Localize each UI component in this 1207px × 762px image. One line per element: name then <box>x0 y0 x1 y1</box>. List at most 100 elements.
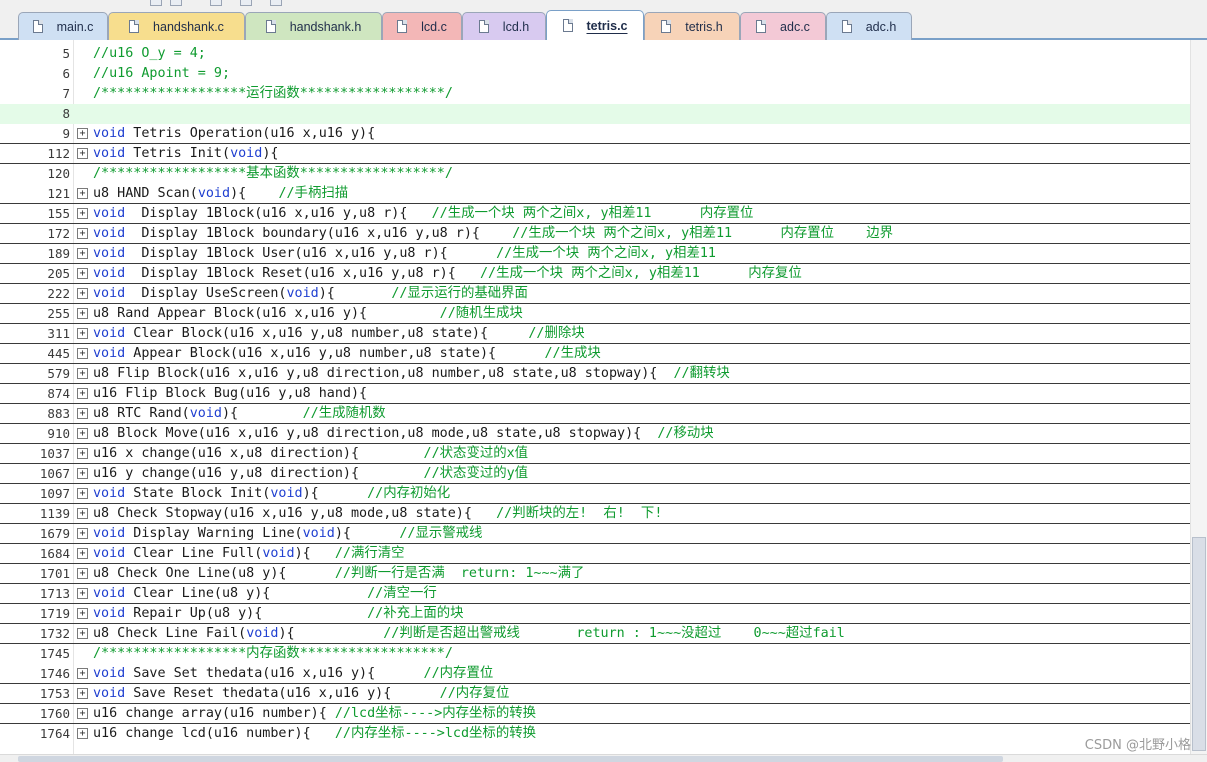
code-line[interactable]: 1684 + void Clear Line Full(void){ //满行清空 <box>0 544 1190 564</box>
fold-expand-icon[interactable]: + <box>77 368 88 379</box>
fold-expand-icon[interactable]: + <box>77 348 88 359</box>
code-line[interactable]: 445 + void Appear Block(u16 x,u16 y,u8 num… <box>0 344 1190 364</box>
code-line[interactable]: 222 + void Display UseScreen(void){ //显示运行… <box>0 284 1190 304</box>
fold-expand-icon[interactable]: + <box>77 288 88 299</box>
fold-expand-icon[interactable]: + <box>77 708 88 719</box>
fold-expand-icon[interactable]: + <box>77 148 88 159</box>
code-line[interactable]: 1701 + u8 Check One Line(u8 y){ //判断一行是否满 … <box>0 564 1190 584</box>
line-number: 222 <box>47 286 70 301</box>
code-editor[interactable]: 5 //u16 O_y = 4; 6 //u16 Apoint = 9; 7 /*****… <box>0 40 1190 754</box>
tab-adc-c[interactable]: adc.c <box>740 12 826 40</box>
fold-expand-icon[interactable]: + <box>77 128 88 139</box>
tab-tetris-h[interactable]: tetris.h <box>644 12 740 40</box>
code-line[interactable]: 172 + void Display 1Block boundary(u16 x,u… <box>0 224 1190 244</box>
tab-tetris-c[interactable]: tetris.c <box>546 10 644 40</box>
fold-expand-icon[interactable]: + <box>77 668 88 679</box>
horizontal-scrollbar[interactable] <box>0 754 1207 762</box>
fold-expand-icon[interactable]: + <box>77 568 88 579</box>
fold-expand-icon[interactable]: + <box>77 468 88 479</box>
code-line[interactable]: 1719 + void Repair Up(u8 y){ //补充上面的块 <box>0 604 1190 624</box>
fold-expand-icon[interactable]: + <box>77 188 88 199</box>
fold-expand-icon[interactable]: + <box>77 308 88 319</box>
code-line[interactable]: 579 + u8 Flip Block(u16 x,u16 y,u8 directi… <box>0 364 1190 384</box>
fold-expand-icon[interactable]: + <box>77 628 88 639</box>
code-line[interactable]: 1067 + u16 y change(u16 y,u8 direction){ /… <box>0 464 1190 484</box>
fold-expand-icon[interactable]: + <box>77 608 88 619</box>
toolbar-button[interactable] <box>170 0 182 6</box>
code-text: u8 Check One Line(u8 y){ //判断一行是否满 retur… <box>93 566 584 582</box>
fold-expand-icon[interactable]: + <box>77 588 88 599</box>
code-line[interactable]: 1760 + u16 change array(u16 number){ //lcd… <box>0 704 1190 724</box>
code-text: u8 Block Move(u16 x,u16 y,u8 direction,u… <box>93 426 714 442</box>
fold-expand-icon[interactable]: + <box>77 528 88 539</box>
code-line[interactable]: 1764 + u16 change lcd(u16 number){ //内存坐标-… <box>0 724 1190 744</box>
toolbar-button[interactable] <box>210 0 222 6</box>
code-text: /******************内存函数*****************… <box>93 646 453 662</box>
code-line[interactable]: 121 + u8 HAND Scan(void){ //手柄扫描 <box>0 184 1190 204</box>
code-line[interactable]: 7 /******************运行函数****************… <box>0 84 1190 104</box>
comment-token: //翻转块 <box>673 366 730 381</box>
fold-expand-icon[interactable]: + <box>77 488 88 499</box>
comment-token: //随机生成块 <box>439 306 523 321</box>
code-line[interactable]: 874 + u16 Flip Block Bug(u16 y,u8 hand){ <box>0 384 1190 404</box>
code-line[interactable]: 1745 /******************内存函数*************… <box>0 644 1190 664</box>
code-line[interactable]: 1097 + void State Block Init(void){ //内存初始… <box>0 484 1190 504</box>
fold-expand-icon[interactable]: + <box>77 388 88 399</box>
code-line[interactable]: 6 //u16 Apoint = 9; <box>0 64 1190 84</box>
code-line[interactable]: 112 + void Tetris Init(void){ <box>0 144 1190 164</box>
code-line[interactable]: 1713 + void Clear Line(u8 y){ //清空一行 <box>0 584 1190 604</box>
code-line[interactable]: 1732 + u8 Check Line Fail(void){ //判断是否超出警… <box>0 624 1190 644</box>
code-line[interactable]: 155 + void Display 1Block(u16 x,u16 y,u8 r… <box>0 204 1190 224</box>
tab-adc-h[interactable]: adc.h <box>826 12 912 40</box>
code-line[interactable]: 5 //u16 O_y = 4; <box>0 44 1190 64</box>
fold-expand-icon[interactable]: + <box>77 228 88 239</box>
code-text: void Appear Block(u16 x,u16 y,u8 number,… <box>93 346 601 362</box>
code-line[interactable]: 1753 + void Save Reset thedata(u16 x,u16 y… <box>0 684 1190 704</box>
tab-lcd-h[interactable]: lcd.h <box>462 12 546 40</box>
tab-lcd-c[interactable]: lcd.c <box>382 12 462 40</box>
line-number: 1753 <box>39 686 70 701</box>
code-line[interactable]: 205 + void Display 1Block Reset(u16 x,u16 … <box>0 264 1190 284</box>
toolbar-button[interactable] <box>270 0 282 6</box>
fold-expand-icon[interactable]: + <box>77 548 88 559</box>
fold-expand-icon[interactable]: + <box>77 268 88 279</box>
code-line[interactable]: 1746 + void Save Set thedata(u16 x,u16 y){… <box>0 664 1190 684</box>
code-line[interactable]: 8 <box>0 104 1190 124</box>
fold-expand-icon[interactable]: + <box>77 408 88 419</box>
code-line[interactable]: 189 + void Display 1Block User(u16 x,u16 y… <box>0 244 1190 264</box>
code-line[interactable]: 883 + u8 RTC Rand(void){ //生成随机数 <box>0 404 1190 424</box>
code-text: u8 Check Stopway(u16 x,u16 y,u8 mode,u8 … <box>93 506 662 522</box>
code-line[interactable]: 9 + void Tetris Operation(u16 x,u16 y){ <box>0 124 1190 144</box>
line-number: 205 <box>47 266 70 281</box>
code-line[interactable]: 1679 + void Display Warning Line(void){ //… <box>0 524 1190 544</box>
line-number: 9 <box>62 126 70 141</box>
tab-handshank-c[interactable]: handshank.c <box>108 12 245 40</box>
fold-expand-icon[interactable]: + <box>77 688 88 699</box>
keyword-token: void <box>93 246 126 261</box>
code-line[interactable]: 255 + u8 Rand Appear Block(u16 x,u16 y){ /… <box>0 304 1190 324</box>
fold-expand-icon[interactable]: + <box>77 248 88 259</box>
line-number: 1139 <box>39 506 70 521</box>
tab-handshank-h[interactable]: handshank.h <box>245 12 382 40</box>
horizontal-scroll-thumb[interactable] <box>18 756 1003 762</box>
fold-expand-icon[interactable]: + <box>77 448 88 459</box>
fold-expand-icon[interactable]: + <box>77 508 88 519</box>
vertical-scrollbar[interactable] <box>1190 40 1207 754</box>
file-icon <box>478 20 489 33</box>
code-text: u8 Flip Block(u16 x,u16 y,u8 direction,u… <box>93 366 730 382</box>
line-number: 255 <box>47 306 70 321</box>
toolbar-button[interactable] <box>240 0 252 6</box>
comment-token: /******************基本函数*****************… <box>93 166 453 181</box>
fold-expand-icon[interactable]: + <box>77 428 88 439</box>
fold-expand-icon[interactable]: + <box>77 208 88 219</box>
fold-expand-icon[interactable]: + <box>77 728 88 739</box>
tab-main-c[interactable]: main.c <box>18 12 108 40</box>
code-line[interactable]: 311 + void Clear Block(u16 x,u16 y,u8 numb… <box>0 324 1190 344</box>
code-line[interactable]: 1139 + u8 Check Stopway(u16 x,u16 y,u8 mod… <box>0 504 1190 524</box>
vertical-scroll-thumb[interactable] <box>1192 537 1206 751</box>
code-line[interactable]: 910 + u8 Block Move(u16 x,u16 y,u8 directi… <box>0 424 1190 444</box>
code-line[interactable]: 120 /******************基本函数**************… <box>0 164 1190 184</box>
fold-expand-icon[interactable]: + <box>77 328 88 339</box>
toolbar-button[interactable] <box>150 0 162 6</box>
code-line[interactable]: 1037 + u16 x change(u16 x,u8 direction){ /… <box>0 444 1190 464</box>
